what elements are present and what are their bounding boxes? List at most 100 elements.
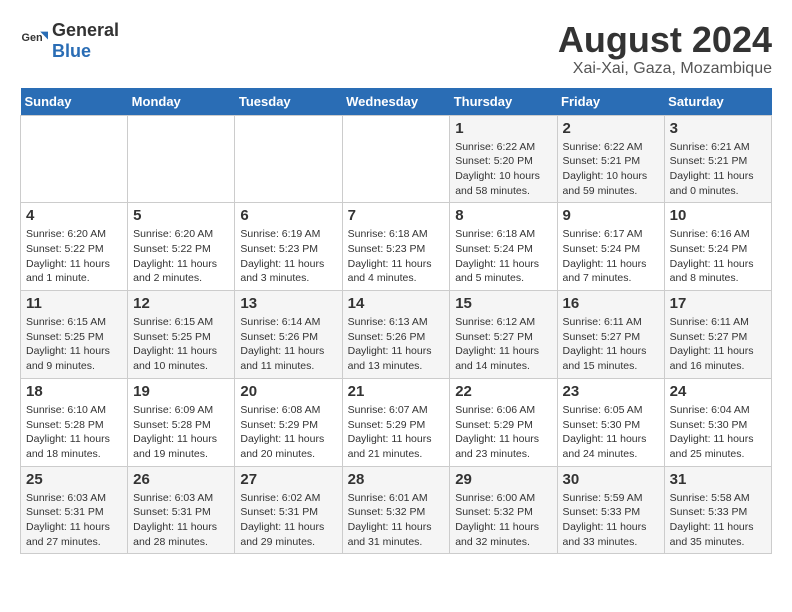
day-number: 18 <box>26 383 122 400</box>
day-info: Sunrise: 6:09 AM Sunset: 5:28 PM Dayligh… <box>133 403 229 462</box>
day-number: 20 <box>240 383 336 400</box>
logo-blue-text: Blue <box>52 41 91 61</box>
day-info: Sunrise: 6:08 AM Sunset: 5:29 PM Dayligh… <box>240 403 336 462</box>
title-block: August 2024 Xai-Xai, Gaza, Mozambique <box>558 20 772 78</box>
logo-general-text: General <box>52 20 119 40</box>
day-info: Sunrise: 6:11 AM Sunset: 5:27 PM Dayligh… <box>563 315 659 374</box>
calendar-week-row: 18 Sunrise: 6:10 AM Sunset: 5:28 PM Dayli… <box>21 378 772 466</box>
calendar-week-row: 11 Sunrise: 6:15 AM Sunset: 5:25 PM Dayli… <box>21 291 772 379</box>
logo: Gen General Blue <box>20 20 119 62</box>
day-info: Sunrise: 6:10 AM Sunset: 5:28 PM Dayligh… <box>26 403 122 462</box>
calendar-cell: 13 Sunrise: 6:14 AM Sunset: 5:26 PM Dayli… <box>235 291 342 379</box>
day-info: Sunrise: 6:16 AM Sunset: 5:24 PM Dayligh… <box>670 227 766 286</box>
day-number: 3 <box>670 120 766 137</box>
day-number: 11 <box>26 295 122 312</box>
weekday-header-row: SundayMondayTuesdayWednesdayThursdayFrid… <box>21 88 772 116</box>
weekday-header-wednesday: Wednesday <box>342 88 450 116</box>
calendar-cell: 17 Sunrise: 6:11 AM Sunset: 5:27 PM Dayli… <box>664 291 771 379</box>
subtitle: Xai-Xai, Gaza, Mozambique <box>558 60 772 78</box>
calendar-cell: 22 Sunrise: 6:06 AM Sunset: 5:29 PM Dayli… <box>450 378 557 466</box>
weekday-header-saturday: Saturday <box>664 88 771 116</box>
calendar-cell: 10 Sunrise: 6:16 AM Sunset: 5:24 PM Dayli… <box>664 203 771 291</box>
main-title: August 2024 <box>558 20 772 60</box>
day-info: Sunrise: 6:20 AM Sunset: 5:22 PM Dayligh… <box>133 227 229 286</box>
day-info: Sunrise: 5:58 AM Sunset: 5:33 PM Dayligh… <box>670 491 766 550</box>
calendar-cell: 19 Sunrise: 6:09 AM Sunset: 5:28 PM Dayli… <box>128 378 235 466</box>
calendar-cell: 11 Sunrise: 6:15 AM Sunset: 5:25 PM Dayli… <box>21 291 128 379</box>
weekday-header-sunday: Sunday <box>21 88 128 116</box>
day-info: Sunrise: 6:15 AM Sunset: 5:25 PM Dayligh… <box>133 315 229 374</box>
day-number: 19 <box>133 383 229 400</box>
day-number: 9 <box>563 207 659 224</box>
calendar-cell: 12 Sunrise: 6:15 AM Sunset: 5:25 PM Dayli… <box>128 291 235 379</box>
day-number: 14 <box>348 295 445 312</box>
day-info: Sunrise: 6:17 AM Sunset: 5:24 PM Dayligh… <box>563 227 659 286</box>
calendar-cell: 29Sunrise: 6:00 AM Sunset: 5:32 PM Dayli… <box>450 466 557 554</box>
calendar-cell: 16Sunrise: 6:11 AM Sunset: 5:27 PM Dayli… <box>557 291 664 379</box>
day-number: 15 <box>455 295 551 312</box>
day-info: Sunrise: 6:15 AM Sunset: 5:25 PM Dayligh… <box>26 315 122 374</box>
day-info: Sunrise: 6:18 AM Sunset: 5:23 PM Dayligh… <box>348 227 445 286</box>
calendar-week-row: 1Sunrise: 6:22 AM Sunset: 5:20 PM Daylig… <box>21 115 772 203</box>
day-number: 30 <box>563 471 659 488</box>
calendar-cell: 4 Sunrise: 6:20 AM Sunset: 5:22 PM Daylig… <box>21 203 128 291</box>
calendar-cell: 28Sunrise: 6:01 AM Sunset: 5:32 PM Dayli… <box>342 466 450 554</box>
calendar-cell: 5 Sunrise: 6:20 AM Sunset: 5:22 PM Daylig… <box>128 203 235 291</box>
calendar-cell: 15 Sunrise: 6:12 AM Sunset: 5:27 PM Dayli… <box>450 291 557 379</box>
day-info: Sunrise: 6:06 AM Sunset: 5:29 PM Dayligh… <box>455 403 551 462</box>
day-info: Sunrise: 6:19 AM Sunset: 5:23 PM Dayligh… <box>240 227 336 286</box>
calendar-cell: 9 Sunrise: 6:17 AM Sunset: 5:24 PM Daylig… <box>557 203 664 291</box>
day-number: 12 <box>133 295 229 312</box>
calendar-cell: 1Sunrise: 6:22 AM Sunset: 5:20 PM Daylig… <box>450 115 557 203</box>
calendar-cell: 27 Sunrise: 6:02 AM Sunset: 5:31 PM Dayli… <box>235 466 342 554</box>
day-info: Sunrise: 6:12 AM Sunset: 5:27 PM Dayligh… <box>455 315 551 374</box>
weekday-header-monday: Monday <box>128 88 235 116</box>
day-number: 8 <box>455 207 551 224</box>
day-info: Sunrise: 6:07 AM Sunset: 5:29 PM Dayligh… <box>348 403 445 462</box>
day-number: 2 <box>563 120 659 137</box>
day-info: Sunrise: 6:21 AM Sunset: 5:21 PM Dayligh… <box>670 140 766 199</box>
day-info: Sunrise: 6:03 AM Sunset: 5:31 PM Dayligh… <box>133 491 229 550</box>
calendar-week-row: 4 Sunrise: 6:20 AM Sunset: 5:22 PM Daylig… <box>21 203 772 291</box>
day-info: Sunrise: 6:18 AM Sunset: 5:24 PM Dayligh… <box>455 227 551 286</box>
calendar-cell: 18 Sunrise: 6:10 AM Sunset: 5:28 PM Dayli… <box>21 378 128 466</box>
day-number: 27 <box>240 471 336 488</box>
calendar-cell: 21 Sunrise: 6:07 AM Sunset: 5:29 PM Dayli… <box>342 378 450 466</box>
calendar-week-row: 25 Sunrise: 6:03 AM Sunset: 5:31 PM Dayli… <box>21 466 772 554</box>
day-info: Sunrise: 6:20 AM Sunset: 5:22 PM Dayligh… <box>26 227 122 286</box>
calendar-cell: 14 Sunrise: 6:13 AM Sunset: 5:26 PM Dayli… <box>342 291 450 379</box>
calendar-cell: 7Sunrise: 6:18 AM Sunset: 5:23 PM Daylig… <box>342 203 450 291</box>
day-number: 22 <box>455 383 551 400</box>
day-info: Sunrise: 6:02 AM Sunset: 5:31 PM Dayligh… <box>240 491 336 550</box>
day-info: Sunrise: 6:11 AM Sunset: 5:27 PM Dayligh… <box>670 315 766 374</box>
svg-text:Gen: Gen <box>22 32 43 44</box>
calendar-cell: 30 Sunrise: 5:59 AM Sunset: 5:33 PM Dayli… <box>557 466 664 554</box>
day-info: Sunrise: 6:04 AM Sunset: 5:30 PM Dayligh… <box>670 403 766 462</box>
day-number: 25 <box>26 471 122 488</box>
day-number: 17 <box>670 295 766 312</box>
calendar-cell: 6Sunrise: 6:19 AM Sunset: 5:23 PM Daylig… <box>235 203 342 291</box>
day-number: 28 <box>348 471 445 488</box>
day-info: Sunrise: 6:22 AM Sunset: 5:20 PM Dayligh… <box>455 140 551 199</box>
calendar-cell <box>342 115 450 203</box>
day-info: Sunrise: 6:13 AM Sunset: 5:26 PM Dayligh… <box>348 315 445 374</box>
calendar-cell: 2Sunrise: 6:22 AM Sunset: 5:21 PM Daylig… <box>557 115 664 203</box>
calendar-cell: 24Sunrise: 6:04 AM Sunset: 5:30 PM Dayli… <box>664 378 771 466</box>
day-info: Sunrise: 6:03 AM Sunset: 5:31 PM Dayligh… <box>26 491 122 550</box>
day-number: 31 <box>670 471 766 488</box>
day-info: Sunrise: 6:14 AM Sunset: 5:26 PM Dayligh… <box>240 315 336 374</box>
day-number: 29 <box>455 471 551 488</box>
weekday-header-friday: Friday <box>557 88 664 116</box>
calendar-table: SundayMondayTuesdayWednesdayThursdayFrid… <box>20 88 772 555</box>
day-number: 4 <box>26 207 122 224</box>
day-number: 5 <box>133 207 229 224</box>
day-info: Sunrise: 5:59 AM Sunset: 5:33 PM Dayligh… <box>563 491 659 550</box>
day-number: 23 <box>563 383 659 400</box>
calendar-cell: 26 Sunrise: 6:03 AM Sunset: 5:31 PM Dayli… <box>128 466 235 554</box>
day-number: 10 <box>670 207 766 224</box>
day-number: 21 <box>348 383 445 400</box>
calendar-cell <box>128 115 235 203</box>
day-number: 26 <box>133 471 229 488</box>
day-number: 13 <box>240 295 336 312</box>
weekday-header-thursday: Thursday <box>450 88 557 116</box>
